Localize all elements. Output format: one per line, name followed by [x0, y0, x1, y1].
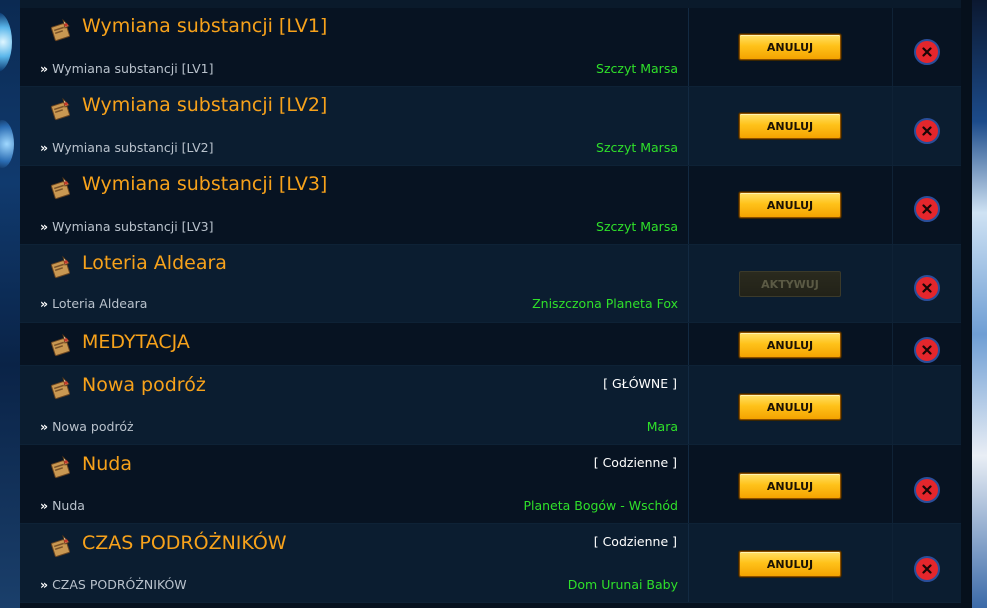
quest-scroll-icon: [48, 375, 74, 401]
quest-row: Wymiana substancji [LV3] » Wymiana substa…: [20, 166, 961, 245]
close-icon[interactable]: [914, 337, 940, 363]
quest-subtitle: » Wymiana substancji [LV2]: [40, 140, 214, 155]
quest-info-cell: Nowa podróż [ GŁÓWNE ] » Nowa podróż Mara: [20, 366, 689, 444]
cancel-quest-button[interactable]: ANULUJ: [739, 394, 841, 420]
quest-subtitle: » Loteria Aldeara: [40, 296, 148, 311]
quest-subtitle: » Nuda: [40, 498, 85, 513]
cancel-quest-button[interactable]: ANULUJ: [739, 473, 841, 499]
quest-action-cell: ANULUJ: [689, 323, 893, 365]
close-icon[interactable]: [914, 275, 940, 301]
quest-info-cell: Nuda [ Codzienne ] » Nuda Planeta Bogów -…: [20, 445, 689, 523]
cancel-quest-button[interactable]: ANULUJ: [739, 551, 841, 577]
quest-subtitle: » Nowa podróż: [40, 419, 134, 434]
quest-row: Nowa podróż [ GŁÓWNE ] » Nowa podróż Mara…: [20, 366, 961, 445]
cancel-quest-button[interactable]: ANULUJ: [739, 332, 841, 358]
background-orb: [0, 120, 14, 168]
quest-title[interactable]: Nowa podróż: [82, 374, 206, 396]
quest-subtitle: » CZAS PODRÓŻNIKÓW: [40, 577, 187, 592]
quest-subtitle: » Wymiana substancji [LV3]: [40, 219, 214, 234]
quest-scroll-icon: [48, 454, 74, 480]
quest-info-cell: Wymiana substancji [LV2] » Wymiana substa…: [20, 87, 689, 165]
close-icon[interactable]: [914, 118, 940, 144]
quest-row: Wymiana substancji [LV1] » Wymiana substa…: [20, 8, 961, 87]
quest-location: Szczyt Marsa: [596, 219, 678, 234]
quest-title[interactable]: Nuda: [82, 453, 132, 475]
cancel-quest-button[interactable]: ANULUJ: [739, 34, 841, 60]
quest-info-cell: Loteria Aldeara » Loteria Aldeara Zniszcz…: [20, 245, 689, 322]
cancel-quest-button[interactable]: ANULUJ: [739, 113, 841, 139]
quest-scroll-icon: [48, 17, 74, 43]
close-icon[interactable]: [914, 39, 940, 65]
quest-location: Mara: [646, 419, 678, 434]
quest-row: CZAS PODRÓŻNIKÓW [ Codzienne ] » CZAS POD…: [20, 524, 961, 603]
quest-action-cell: ANULUJ: [689, 366, 893, 444]
quest-title[interactable]: Wymiana substancji [LV2]: [82, 94, 327, 116]
quest-info-cell: Wymiana substancji [LV3] » Wymiana substa…: [20, 166, 689, 244]
background-orb: [0, 12, 12, 72]
quest-type-tag: [ Codzienne ]: [593, 534, 677, 549]
quest-type-tag: [ GŁÓWNE ]: [603, 376, 677, 391]
quest-list-panel: Wymiana substancji [LV1] » Wymiana substa…: [20, 0, 961, 608]
quest-location: Dom Urunai Baby: [567, 577, 678, 592]
close-icon[interactable]: [914, 556, 940, 582]
quest-scroll-icon: [48, 96, 74, 122]
quest-action-cell: ANULUJ: [689, 524, 893, 602]
quest-info-cell: MEDYTACJA: [20, 323, 689, 365]
quest-action-cell: ANULUJ: [689, 87, 893, 165]
quest-action-cell: ANULUJ: [689, 166, 893, 244]
quest-row: Wymiana substancji [LV2] » Wymiana substa…: [20, 87, 961, 166]
quest-action-cell: AKTYWUJ: [689, 245, 893, 322]
quest-title[interactable]: Wymiana substancji [LV3]: [82, 173, 327, 195]
activate-quest-button[interactable]: AKTYWUJ: [739, 271, 841, 297]
quest-row: MEDYTACJA ANULUJ: [20, 323, 961, 366]
quest-title[interactable]: CZAS PODRÓŻNIKÓW: [82, 532, 287, 554]
quest-title[interactable]: Wymiana substancji [LV1]: [82, 15, 327, 37]
quest-info-cell: CZAS PODRÓŻNIKÓW [ Codzienne ] » CZAS POD…: [20, 524, 689, 602]
quest-info-cell: Wymiana substancji [LV1] » Wymiana substa…: [20, 8, 689, 86]
quest-title[interactable]: Loteria Aldeara: [82, 252, 227, 274]
quest-location: Szczyt Marsa: [596, 61, 678, 76]
quest-location: Planeta Bogów - Wschód: [523, 498, 678, 513]
background-character-art: [972, 0, 987, 608]
quest-scroll-icon: [48, 254, 74, 280]
quest-action-cell: ANULUJ: [689, 445, 893, 523]
quest-action-cell: ANULUJ: [689, 8, 893, 86]
quest-row: Nuda [ Codzienne ] » Nuda Planeta Bogów -…: [20, 445, 961, 524]
quest-scroll-icon: [48, 533, 74, 559]
quest-scroll-icon: [48, 175, 74, 201]
quest-scroll-icon: [48, 332, 74, 358]
quest-type-tag: [ Codzienne ]: [593, 455, 677, 470]
panel-top-strip: [20, 0, 961, 8]
quest-subtitle: » Wymiana substancji [LV1]: [40, 61, 214, 76]
cancel-quest-button[interactable]: ANULUJ: [739, 192, 841, 218]
close-icon[interactable]: [914, 477, 940, 503]
quest-location: Zniszczona Planeta Fox: [532, 296, 678, 311]
background-left-art: [0, 0, 20, 608]
quest-location: Szczyt Marsa: [596, 140, 678, 155]
quest-title[interactable]: MEDYTACJA: [82, 331, 190, 353]
quest-row: Loteria Aldeara » Loteria Aldeara Zniszcz…: [20, 245, 961, 323]
close-icon[interactable]: [914, 196, 940, 222]
